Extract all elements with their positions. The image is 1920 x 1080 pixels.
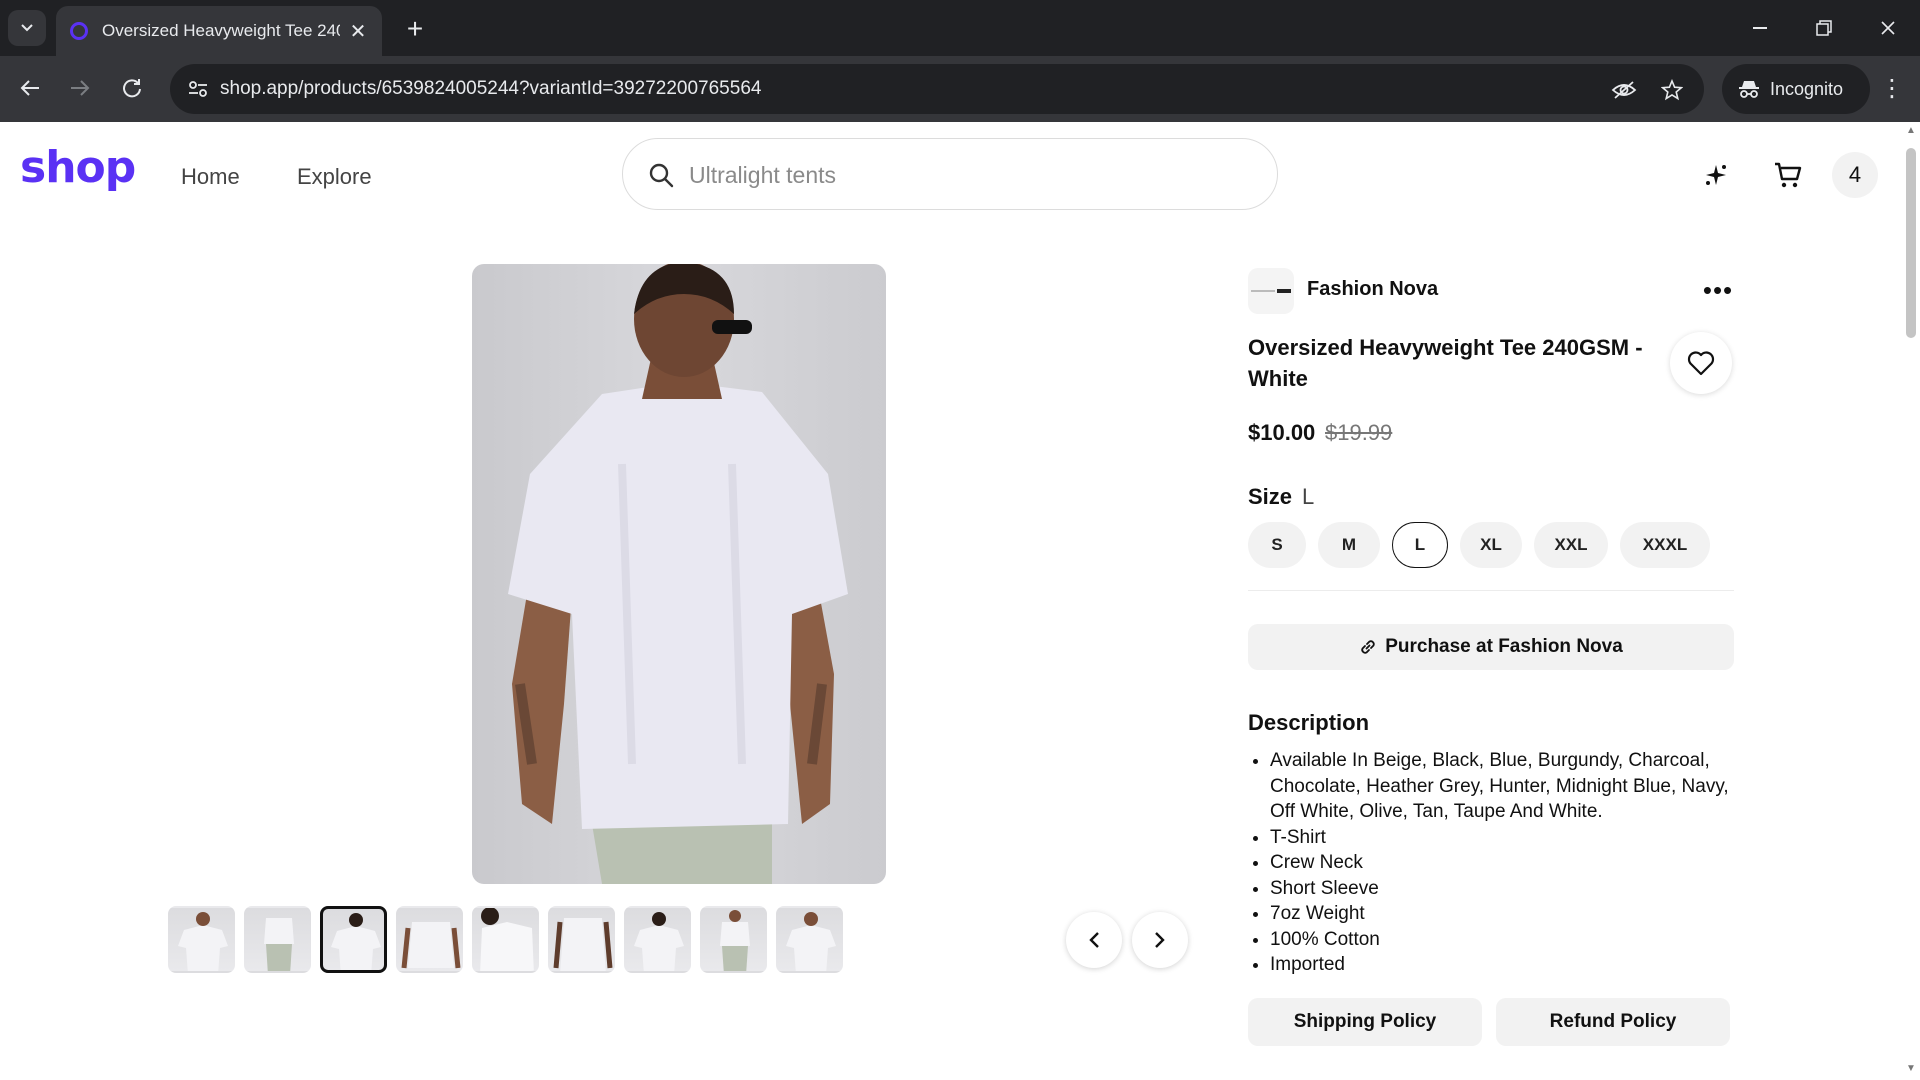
product-main-image[interactable] <box>472 264 886 884</box>
thumbnail[interactable] <box>244 906 311 973</box>
nav-home[interactable]: Home <box>181 164 240 190</box>
browser-menu-icon[interactable]: ⋮ <box>1874 68 1910 108</box>
shop-logo[interactable]: shop <box>20 142 136 193</box>
chevron-down-icon <box>21 24 33 32</box>
thumbnail[interactable] <box>700 906 767 973</box>
compare-at-price: $19.99 <box>1325 420 1393 445</box>
size-options: S M L XL XXL XXXL <box>1248 522 1710 568</box>
search-bar[interactable] <box>622 138 1278 210</box>
link-icon <box>1361 640 1375 654</box>
description-list: Available In Beige, Black, Blue, Burgund… <box>1270 748 1740 978</box>
size-option-s[interactable]: S <box>1248 522 1306 568</box>
scrollbar[interactable]: ▲ ▼ <box>1902 122 1920 1080</box>
sparkle-icon[interactable] <box>1695 154 1737 196</box>
size-option-l[interactable]: L <box>1392 522 1448 568</box>
list-item: Short Sleeve <box>1270 876 1740 902</box>
close-tab-icon[interactable]: ✕ <box>348 19 368 44</box>
site-info-icon[interactable] <box>184 75 212 103</box>
size-option-xxxl[interactable]: XXXL <box>1620 522 1710 568</box>
purchase-label: Purchase at Fashion Nova <box>1385 636 1623 657</box>
restore-button[interactable] <box>1792 0 1856 56</box>
thumbnail-strip <box>168 906 843 973</box>
page: shop Home Explore 4 <box>0 122 1920 1080</box>
avatar[interactable]: 4 <box>1832 152 1878 198</box>
merchant-logo[interactable] <box>1248 268 1294 314</box>
thumbnail[interactable] <box>548 906 615 973</box>
more-options-icon[interactable]: ••• <box>1700 272 1736 308</box>
eye-off-icon[interactable] <box>1610 76 1638 104</box>
close-window-button[interactable] <box>1856 0 1920 56</box>
thumbnail[interactable] <box>168 906 235 973</box>
thumbnail[interactable] <box>396 906 463 973</box>
list-item: 7oz Weight <box>1270 901 1740 927</box>
merchant-name[interactable]: Fashion Nova <box>1307 278 1438 301</box>
product-photo <box>508 264 848 884</box>
browser-tab[interactable]: Oversized Heavyweight Tee 240 ✕ <box>56 6 382 56</box>
shipping-policy-button[interactable]: Shipping Policy <box>1248 998 1482 1046</box>
list-item: Imported <box>1270 952 1740 978</box>
restore-icon <box>1816 20 1832 36</box>
list-item: Available In Beige, Black, Blue, Burgund… <box>1270 748 1740 825</box>
incognito-icon <box>1739 81 1759 98</box>
sale-price: $10.00 <box>1248 420 1316 445</box>
address-bar[interactable]: shop.app/products/6539824005244?variantI… <box>170 64 1704 114</box>
description-title: Description <box>1248 710 1370 735</box>
browser-toolbar: shop.app/products/6539824005244?variantI… <box>0 56 1920 122</box>
bookmark-star-icon[interactable] <box>1658 76 1686 104</box>
scroll-down-icon[interactable]: ▼ <box>1906 1064 1916 1074</box>
reload-button[interactable] <box>112 68 152 108</box>
refund-policy-button[interactable]: Refund Policy <box>1496 998 1730 1046</box>
heart-icon <box>1687 351 1715 376</box>
chevron-left-icon <box>1089 932 1099 948</box>
product-title: Oversized Heavyweight Tee 240GSM - White <box>1248 335 1643 391</box>
back-button[interactable] <box>10 68 50 108</box>
list-item: 100% Cotton <box>1270 927 1740 953</box>
cart-icon[interactable] <box>1767 154 1809 196</box>
list-item: Crew Neck <box>1270 850 1740 876</box>
size-option-xl[interactable]: XL <box>1460 522 1522 568</box>
forward-button[interactable] <box>60 68 100 108</box>
close-icon <box>1881 21 1895 35</box>
selected-size: L <box>1302 484 1315 509</box>
shop-favicon-icon <box>70 22 88 40</box>
scroll-thumb[interactable] <box>1906 148 1916 338</box>
minimize-icon <box>1753 27 1767 29</box>
tab-search-button[interactable] <box>8 10 46 46</box>
favorite-button[interactable] <box>1670 332 1732 394</box>
new-tab-button[interactable]: + <box>398 12 432 46</box>
minimize-button[interactable] <box>1728 0 1792 56</box>
scroll-up-icon[interactable]: ▲ <box>1906 126 1916 136</box>
size-label: Size <box>1248 484 1293 509</box>
size-option-m[interactable]: M <box>1318 522 1380 568</box>
url-text[interactable]: shop.app/products/6539824005244?variantI… <box>220 78 761 100</box>
incognito-indicator[interactable]: Incognito <box>1722 64 1870 114</box>
chevron-right-icon <box>1155 932 1165 948</box>
reload-icon <box>123 79 141 98</box>
incognito-label: Incognito <box>1770 78 1844 99</box>
previous-image-button[interactable] <box>1066 912 1122 968</box>
thumbnail[interactable] <box>320 906 387 973</box>
search-input[interactable] <box>689 157 1249 193</box>
thumbnail[interactable] <box>776 906 843 973</box>
thumbnail[interactable] <box>624 906 691 973</box>
thumbnail[interactable] <box>472 906 539 973</box>
divider <box>1248 590 1734 591</box>
arrow-left-icon <box>20 80 39 96</box>
list-item: T-Shirt <box>1270 825 1740 851</box>
size-option-xxl[interactable]: XXL <box>1534 522 1608 568</box>
browser-tabstrip: Oversized Heavyweight Tee 240 ✕ + <box>0 0 1920 56</box>
search-icon <box>649 163 674 188</box>
next-image-button[interactable] <box>1132 912 1188 968</box>
tab-title: Oversized Heavyweight Tee 240 <box>102 21 340 40</box>
arrow-right-icon <box>71 80 90 96</box>
nav-explore[interactable]: Explore <box>297 164 372 190</box>
purchase-button[interactable]: Purchase at Fashion Nova <box>1248 624 1734 670</box>
